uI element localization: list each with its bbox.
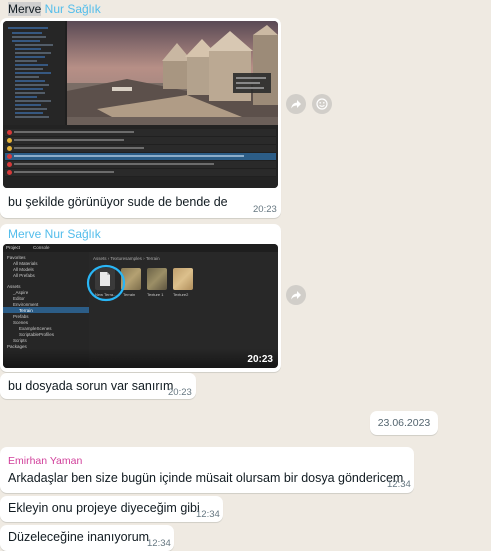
sender-name-merve[interactable]: Merve Nur Sağlık	[8, 2, 101, 16]
highlight-circle-annotation	[86, 264, 126, 302]
message-text-4: Ekleyin onu projeye diyeceğim gibi	[8, 501, 200, 515]
forward-button-2[interactable]	[286, 285, 306, 305]
sender-first-name-highlight: Merve	[8, 2, 42, 16]
asset-tile-texture-2	[173, 268, 193, 290]
sender-last-name: Nur Sağlık	[41, 2, 101, 16]
react-emoji-button[interactable]	[312, 94, 332, 114]
asset-tile-texture-1	[147, 268, 167, 290]
message-text-2: bu dosyada sorun var sanırım	[8, 379, 174, 393]
message-time-4: 12:34	[196, 509, 220, 520]
unity-project-tab: Project	[6, 245, 21, 250]
message-text-5: Düzeleceğine inanıyorum	[8, 530, 150, 544]
message-bubble-3	[0, 447, 414, 493]
image-time-overlay: 20:23	[247, 354, 273, 365]
message-text-3: Arkadaşlar ben size bugün içinde müsait …	[8, 471, 404, 485]
date-separator: 23.06.2023	[370, 411, 438, 435]
message-time-5: 12:34	[147, 538, 171, 549]
forward-icon	[291, 100, 301, 109]
sender-name-emirhan[interactable]: Emirhan Yaman	[8, 455, 82, 467]
unity-scene-view	[67, 21, 278, 125]
forward-icon	[291, 291, 301, 300]
unity-editor-screenshot-1[interactable]	[3, 21, 278, 188]
smiley-icon	[316, 98, 328, 110]
message-time-1: 20:23	[253, 204, 277, 215]
forward-button[interactable]	[286, 94, 306, 114]
message-text-1: bu şekilde görünüyor sude de bende de	[8, 195, 228, 209]
unity-editor-screenshot-2[interactable]: Project Console Favorites All Materials …	[3, 244, 278, 368]
sender-name-merve-2[interactable]: Merve Nur Sağlık	[8, 227, 101, 241]
message-time-3: 12:34	[387, 479, 411, 490]
unity-console-tab: Console	[33, 245, 50, 250]
message-time-2: 20:23	[168, 387, 192, 398]
unity-breadcrumb: Assets › Texturesamples › Terrain	[93, 256, 160, 261]
